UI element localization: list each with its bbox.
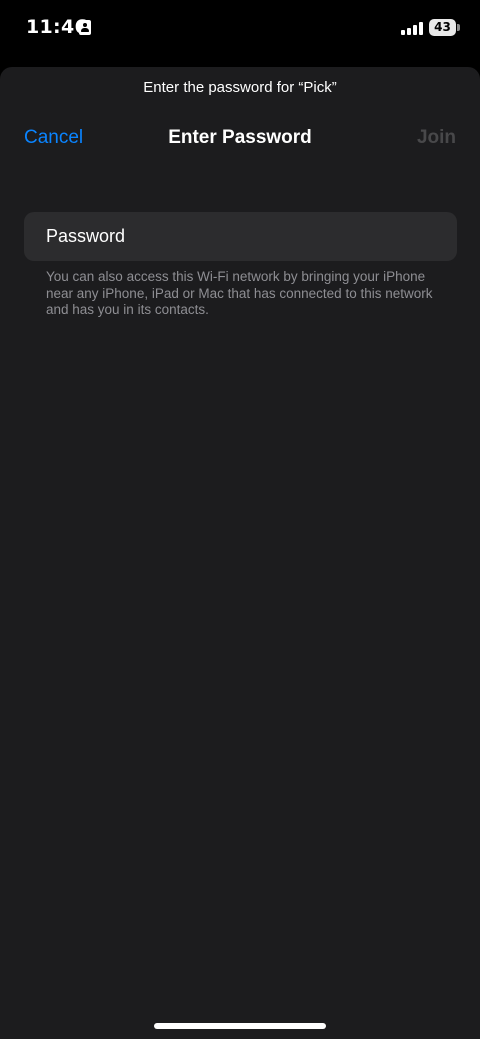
status-bar: 11:46 43	[0, 0, 480, 60]
cancel-button[interactable]: Cancel	[24, 123, 83, 153]
wifi-sharing-footnote: You can also access this Wi-Fi network b…	[46, 269, 433, 317]
password-field-group[interactable]	[24, 212, 457, 261]
screen: 11:46 43 Enter the password for “Pick” C…	[0, 0, 480, 1039]
home-indicator[interactable]	[154, 1023, 326, 1029]
contact-card-icon	[79, 20, 91, 35]
battery-cap	[457, 24, 460, 31]
password-sheet: Enter the password for “Pick” Cancel Ent…	[0, 67, 480, 1039]
battery-level: 43	[434, 20, 451, 34]
cellular-signal-icon	[401, 22, 423, 35]
password-input[interactable]	[46, 212, 441, 261]
join-button[interactable]: Join	[417, 123, 456, 153]
sheet-prompt: Enter the password for “Pick”	[143, 79, 337, 96]
nav-bar: Cancel Enter Password Join	[0, 123, 480, 157]
battery-icon: 43	[429, 19, 456, 36]
